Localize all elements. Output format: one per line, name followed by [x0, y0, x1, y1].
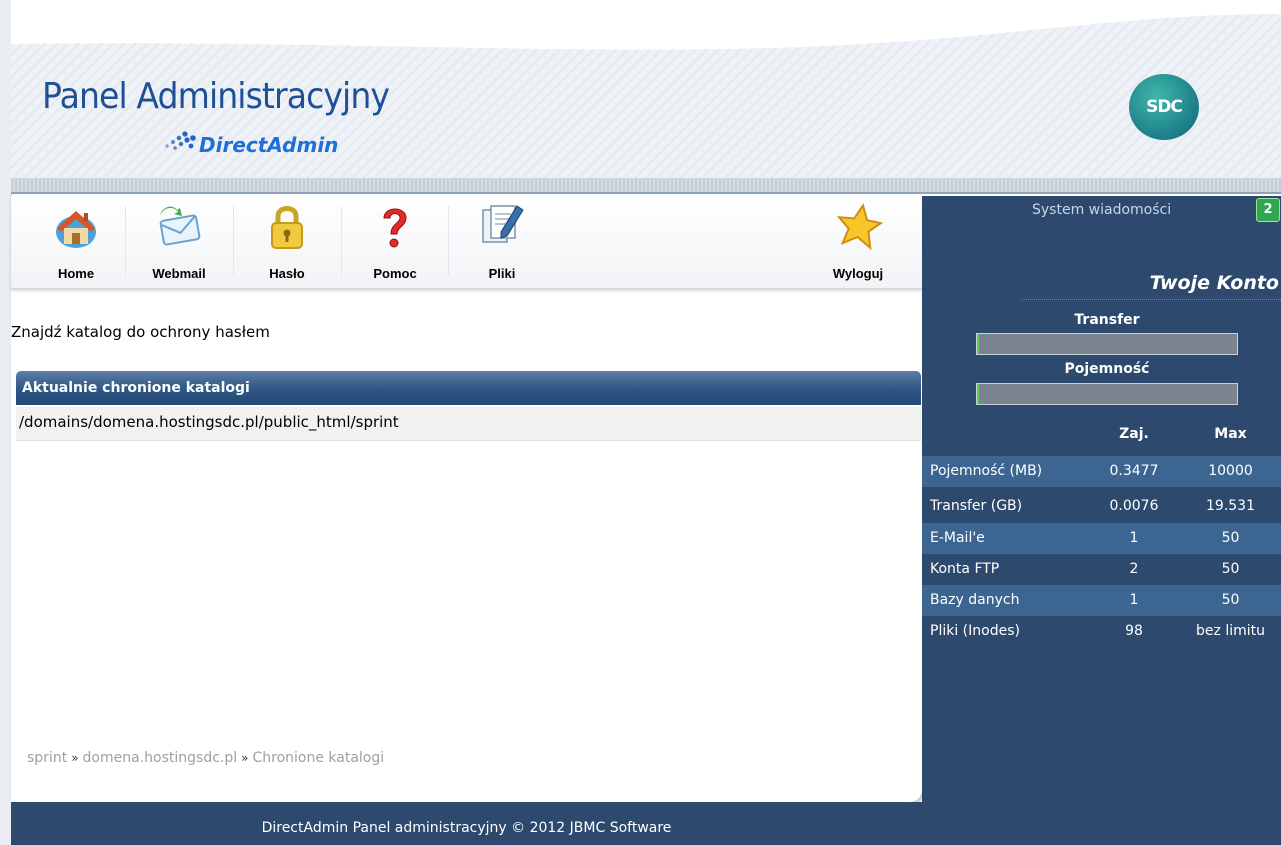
stats-row: Transfer (GB) 0.0076 19.531	[922, 491, 1281, 522]
stats-used: 1	[1129, 592, 1139, 608]
toolbar-files-button[interactable]: Pliki	[449, 196, 555, 288]
stats-max: bez limitu	[1196, 623, 1265, 639]
stats-row: Pojemność (MB) 0.3477 10000	[922, 456, 1281, 487]
toolbar-webmail-button[interactable]: Webmail	[126, 196, 232, 288]
header-divider	[11, 178, 1281, 194]
toolbar-files-label: Pliki	[488, 266, 516, 281]
capacity-label: Pojemność	[1064, 361, 1150, 377]
stats-max: 50	[1221, 561, 1240, 577]
envelope-icon	[159, 206, 201, 246]
account-sidebar: System wiadomości 2 Twoje Konto Transfer…	[922, 196, 1281, 845]
stats-row: Pliki (Inodes) 98 bez limitu	[922, 616, 1281, 647]
breadcrumb-domain[interactable]: domena.hostingsdc.pl	[83, 750, 238, 766]
stats-max: 50	[1221, 530, 1240, 546]
header-wave-decoration	[11, 0, 1281, 50]
stats-row: Konta FTP 2 50	[922, 554, 1281, 585]
footer-copyright: DirectAdmin Panel administracyjny © 2012…	[261, 820, 672, 836]
house-icon	[56, 211, 96, 248]
toolbar-logout-label: Wyloguj	[832, 266, 884, 281]
stats-max: 50	[1221, 592, 1240, 608]
stats-name: Pojemność (MB)	[930, 463, 1043, 479]
find-directory-link[interactable]: Znajdź katalog do ochrony hasłem	[11, 323, 270, 341]
breadcrumb-separator: »	[241, 751, 249, 765]
transfer-label: Transfer	[1074, 312, 1140, 328]
protected-dir-row[interactable]: /domains/domena.hostingsdc.pl/public_htm…	[16, 407, 921, 441]
content-panel: Home Webmail Hasło Pomoc Pliki Wyloguj Z…	[11, 196, 922, 802]
capacity-progress-fill	[977, 384, 980, 404]
stats-name: Pliki (Inodes)	[930, 623, 1020, 639]
account-title: Twoje Konto	[1149, 272, 1279, 294]
breadcrumb-current: Chronione katalogi	[252, 750, 385, 766]
protected-dirs-header: Aktualnie chronione katalogi	[16, 371, 921, 405]
file-pen-icon	[482, 205, 524, 243]
stats-max: 19.531	[1206, 498, 1255, 514]
stats-used: 0.3477	[1109, 463, 1159, 479]
star-icon	[836, 203, 883, 251]
toolbar-home-label: Home	[57, 266, 95, 281]
system-messages-link[interactable]: System wiadomości	[1032, 202, 1171, 218]
stats-col-max: Max	[1214, 426, 1247, 442]
stats-col-used: Zaj.	[1119, 426, 1149, 442]
stats-name: Transfer (GB)	[930, 498, 1023, 514]
stats-row: E-Mail'e 1 50	[922, 523, 1281, 554]
stats-used: 98	[1125, 623, 1143, 639]
toolbar-password-button[interactable]: Hasło	[234, 196, 340, 288]
capacity-progress-bar	[976, 383, 1238, 405]
breadcrumb-user[interactable]: sprint	[27, 750, 67, 766]
stats-name: E-Mail'e	[930, 530, 985, 546]
stats-used: 2	[1129, 561, 1139, 577]
stats-max: 10000	[1208, 463, 1253, 479]
stats-used: 0.0076	[1109, 498, 1159, 514]
padlock-icon	[271, 206, 303, 249]
toolbar-webmail-label: Webmail	[152, 266, 206, 281]
breadcrumb: sprint» domena.hostingsdc.pl» Chronione ka…	[27, 750, 384, 766]
transfer-progress-bar	[976, 333, 1238, 355]
header-banner: Panel Administracyjny DirectAdmin SDC	[11, 0, 1281, 194]
toolbar-logout-button[interactable]: Wyloguj	[805, 196, 911, 288]
toolbar-password-label: Hasło	[269, 266, 305, 281]
toolbar-help-label: Pomoc	[373, 266, 417, 281]
footer: DirectAdmin Panel administracyjny © 2012…	[11, 802, 922, 845]
transfer-progress-fill	[977, 334, 980, 354]
directadmin-dots-icon	[165, 131, 196, 150]
toolbar-help-button[interactable]: Pomoc	[342, 196, 448, 288]
breadcrumb-separator: »	[71, 751, 79, 765]
panel-title: Panel Administracyjny	[42, 76, 390, 117]
stats-used: 1	[1129, 530, 1139, 546]
toolbar: Home Webmail Hasło Pomoc Pliki Wyloguj	[11, 196, 922, 289]
sdc-logo: SDC	[1129, 74, 1199, 140]
stats-row: Bazy danych 1 50	[922, 585, 1281, 616]
system-messages-badge[interactable]: 2	[1256, 198, 1280, 222]
toolbar-home-button[interactable]: Home	[23, 196, 129, 288]
directadmin-brand: DirectAdmin	[199, 133, 339, 157]
question-mark-icon	[383, 208, 407, 248]
stats-name: Bazy danych	[930, 592, 1020, 608]
stats-name: Konta FTP	[930, 561, 1000, 577]
account-title-divider	[1022, 299, 1281, 300]
